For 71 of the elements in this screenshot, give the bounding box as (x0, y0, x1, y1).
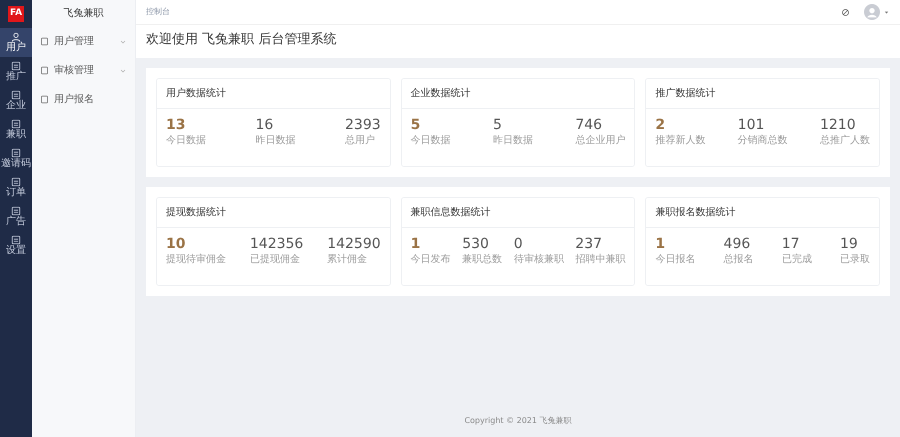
stat-label: 今日数据 (166, 134, 206, 148)
document-icon (11, 61, 21, 71)
document-icon (11, 206, 21, 216)
sidebar-item[interactable]: 用户报名 (32, 85, 135, 114)
stat-label: 已录取 (840, 253, 870, 268)
stat-value: 1 (655, 236, 666, 252)
stat-label: 总推广人数 (820, 134, 870, 148)
stat-label: 已提现佣金 (250, 253, 301, 268)
caret-icon (883, 8, 890, 16)
rail-item[interactable]: 推广 (0, 57, 32, 86)
stat-label: 昨日数据 (256, 134, 296, 148)
stat-value: 237 (575, 236, 604, 252)
rail-item[interactable]: 设置 (0, 231, 32, 260)
card-title: 提现数据统计 (157, 198, 390, 228)
stat-label: 招聘中兼职 (575, 252, 626, 268)
stat-value: 17 (782, 236, 801, 252)
stat-label: 累计佣金 (327, 252, 368, 268)
user-icon (11, 32, 21, 42)
logo: FA (8, 6, 24, 22)
sidebar-title: 飞兔兼职 (62, 7, 104, 21)
sidebar-item[interactable]: 用户管理 (32, 27, 135, 56)
stat-value: 13 (166, 118, 186, 133)
stat-label: 今日发布 (410, 253, 451, 268)
card-title: 兼职信息数据统计 (402, 198, 634, 228)
sidebar-item[interactable]: 审核管理 (32, 56, 135, 85)
stat-label: 提现待审佣金 (166, 252, 226, 268)
stat-label: 总报名 (724, 252, 754, 268)
stat-value: 1 (410, 236, 422, 252)
stat-value: 2393 (345, 118, 381, 133)
card-title: 用户数据统计 (157, 78, 390, 108)
document-icon (11, 90, 21, 100)
stat-value: 142356 (250, 236, 304, 252)
footer-text: Copyright © 2021 飞兔兼职 (463, 415, 573, 427)
rail-item[interactable]: 订单 (0, 173, 32, 202)
stat-value: 5 (410, 118, 422, 133)
page-title: 欢迎使用 飞兔兼职 后台管理系统 (136, 25, 900, 58)
stat-value: 5 (492, 118, 503, 133)
stat-value: 101 (738, 118, 766, 133)
stat-value: 2 (655, 118, 666, 133)
stat-value: 530 (462, 236, 490, 252)
stat-label: 今日数据 (410, 134, 451, 148)
document-icon (11, 177, 21, 187)
avatar-icon (864, 4, 880, 20)
stat-label: 分销商总数 (738, 134, 788, 148)
stat-label: 待审核兼职 (514, 252, 564, 268)
rail-item[interactable]: 兼职 (0, 115, 32, 144)
document-icon (11, 235, 21, 245)
document-icon (11, 148, 21, 158)
stat-label: 兼职总数 (462, 252, 502, 268)
rail-item[interactable]: 用户 (0, 28, 32, 57)
stat-value: 10 (166, 236, 186, 252)
stat-label: 已完成 (782, 252, 812, 268)
stat-value: 0 (514, 236, 524, 252)
rail-item[interactable]: 邀请码 (0, 144, 32, 173)
rail-item[interactable]: 广告 (0, 202, 32, 231)
document-icon (11, 119, 21, 129)
stat-value: 16 (256, 118, 274, 133)
card-title: 兼职报名数据统计 (646, 198, 879, 228)
stat-label: 今日报名 (655, 252, 696, 268)
stat-value: 496 (724, 236, 752, 252)
card-title: 推广数据统计 (646, 78, 879, 108)
stat-value: 19 (840, 236, 859, 252)
card-title: 企业数据统计 (402, 78, 634, 108)
stat-label: 推荐新人数 (655, 134, 706, 148)
stat-value: 142590 (327, 236, 381, 252)
stat-label: 总用户 (345, 134, 376, 148)
rail-item[interactable]: 企业 (0, 86, 32, 115)
stat-value: 746 (575, 118, 604, 133)
stat-label: 昨日数据 (492, 134, 533, 148)
stat-value: 1210 (820, 118, 857, 133)
stat-label: 总企业用户 (575, 134, 626, 148)
